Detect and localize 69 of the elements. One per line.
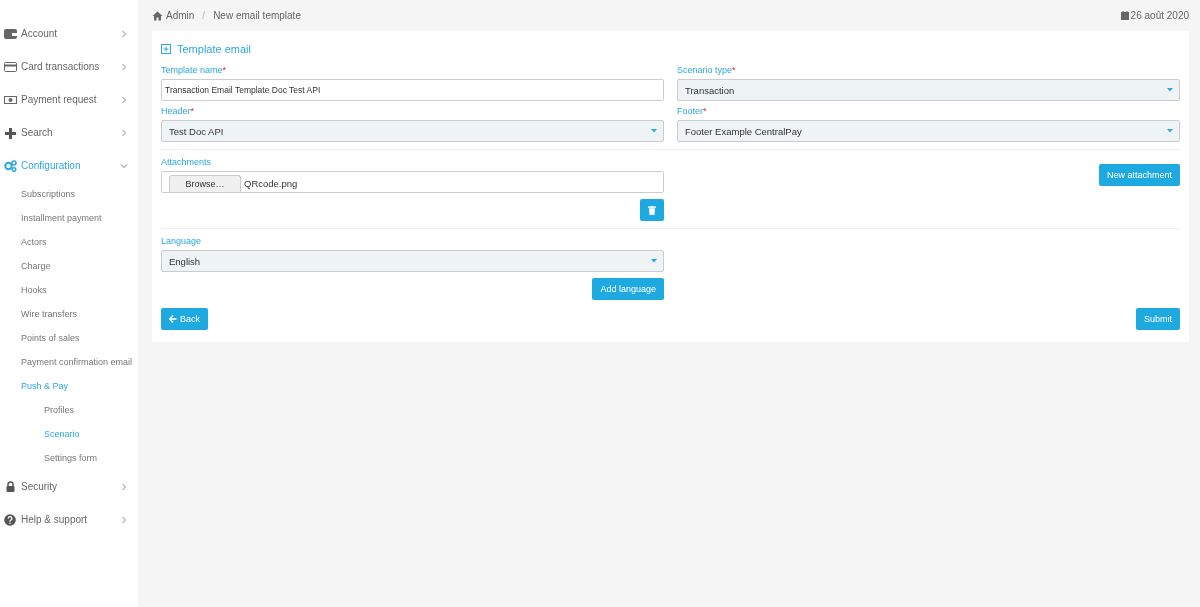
credit-card-icon bbox=[4, 60, 17, 73]
breadcrumb-current: New email template bbox=[213, 10, 301, 21]
sidebar-item[interactable]: Account bbox=[0, 17, 138, 50]
caret-icon bbox=[1167, 88, 1173, 92]
plus-icon bbox=[4, 126, 17, 139]
required-mark: * bbox=[190, 106, 195, 116]
chevron-right-icon bbox=[120, 62, 128, 71]
select-field[interactable]: Transaction bbox=[677, 79, 1180, 101]
field-label: Template name bbox=[161, 65, 223, 75]
chevron-right-icon bbox=[120, 515, 128, 524]
field-label: Header bbox=[161, 106, 191, 116]
file-field[interactable]: Browse… QRcode.png bbox=[161, 171, 664, 193]
back-button[interactable]: Back bbox=[161, 308, 208, 330]
sidebar-subitem[interactable]: Actors bbox=[0, 230, 138, 254]
sidebar-subitem[interactable]: Settings form bbox=[0, 446, 138, 470]
plus-square-icon bbox=[161, 44, 171, 54]
breadcrumb-link[interactable]: Admin bbox=[166, 10, 195, 21]
sidebar-item[interactable]: Search bbox=[0, 116, 138, 149]
sidebar-item[interactable]: Configuration bbox=[0, 149, 138, 182]
required-mark: * bbox=[732, 65, 736, 75]
sidebar-subitem[interactable]: Push & Pay bbox=[0, 374, 138, 398]
wallet-icon bbox=[4, 27, 17, 40]
sidebar-subitem[interactable]: Profiles bbox=[0, 398, 138, 422]
required-mark: * bbox=[703, 106, 707, 116]
question-icon bbox=[4, 513, 17, 526]
date-text: 26 août 2020 bbox=[1130, 10, 1189, 21]
sidebar-item[interactable]: Help & support bbox=[0, 503, 138, 536]
sidebar-subitem[interactable]: Scenario bbox=[0, 422, 138, 446]
caret-icon bbox=[651, 259, 657, 263]
field-label: Language bbox=[161, 236, 202, 246]
submit-button[interactable]: Submit bbox=[1136, 308, 1180, 330]
chevron-right-icon bbox=[120, 482, 128, 491]
field-label: Attachments bbox=[161, 157, 212, 167]
new-attachment-button[interactable]: New attachment bbox=[1098, 164, 1180, 186]
sidebar-item[interactable]: Card transactions bbox=[0, 50, 138, 83]
delete-button[interactable] bbox=[640, 199, 664, 221]
form-title: Template email bbox=[177, 43, 251, 55]
calendar-icon bbox=[1120, 11, 1129, 20]
file-name: QRcode.png bbox=[244, 177, 298, 191]
chevron-right-icon bbox=[120, 29, 128, 38]
select-field[interactable]: English bbox=[161, 250, 664, 272]
sidebar-subitem[interactable]: Installment payment bbox=[0, 206, 138, 230]
banknote-icon bbox=[4, 93, 17, 106]
arrow-left-icon bbox=[169, 315, 177, 323]
select-field[interactable]: Footer Example CentralPay bbox=[677, 120, 1180, 142]
trash-icon bbox=[648, 205, 656, 215]
sidebar-subitem[interactable]: Payment confirmation email bbox=[0, 350, 138, 374]
caret-icon bbox=[651, 129, 657, 133]
select-field[interactable]: Test Doc API bbox=[161, 120, 664, 142]
sidebar-subitem[interactable]: Hooks bbox=[0, 278, 138, 302]
chevron-down-icon bbox=[120, 161, 128, 170]
sidebar-subitem[interactable]: Wire transfers bbox=[0, 302, 138, 326]
gears-icon bbox=[4, 159, 17, 172]
sidebar-subitem[interactable]: Charge bbox=[0, 254, 138, 278]
chevron-right-icon bbox=[120, 95, 128, 104]
sidebar-item[interactable]: Payment request bbox=[0, 83, 138, 116]
field-label: Footer bbox=[677, 106, 703, 116]
chevron-right-icon bbox=[120, 128, 128, 137]
text-field[interactable]: Transaction Email Template Doc Test API bbox=[161, 79, 664, 101]
sidebar-item[interactable]: Security bbox=[0, 470, 138, 503]
caret-icon bbox=[1167, 129, 1173, 133]
home-icon bbox=[152, 10, 163, 21]
lock-icon bbox=[4, 480, 17, 493]
browse-button[interactable]: Browse… bbox=[169, 175, 241, 192]
sidebar-subitem[interactable]: Points of sales bbox=[0, 326, 138, 350]
sidebar-subitem[interactable]: Subscriptions bbox=[0, 182, 138, 206]
add-language-button[interactable]: Add language bbox=[592, 278, 664, 300]
required-mark: * bbox=[222, 65, 227, 75]
breadcrumb-separator: / bbox=[202, 10, 206, 21]
